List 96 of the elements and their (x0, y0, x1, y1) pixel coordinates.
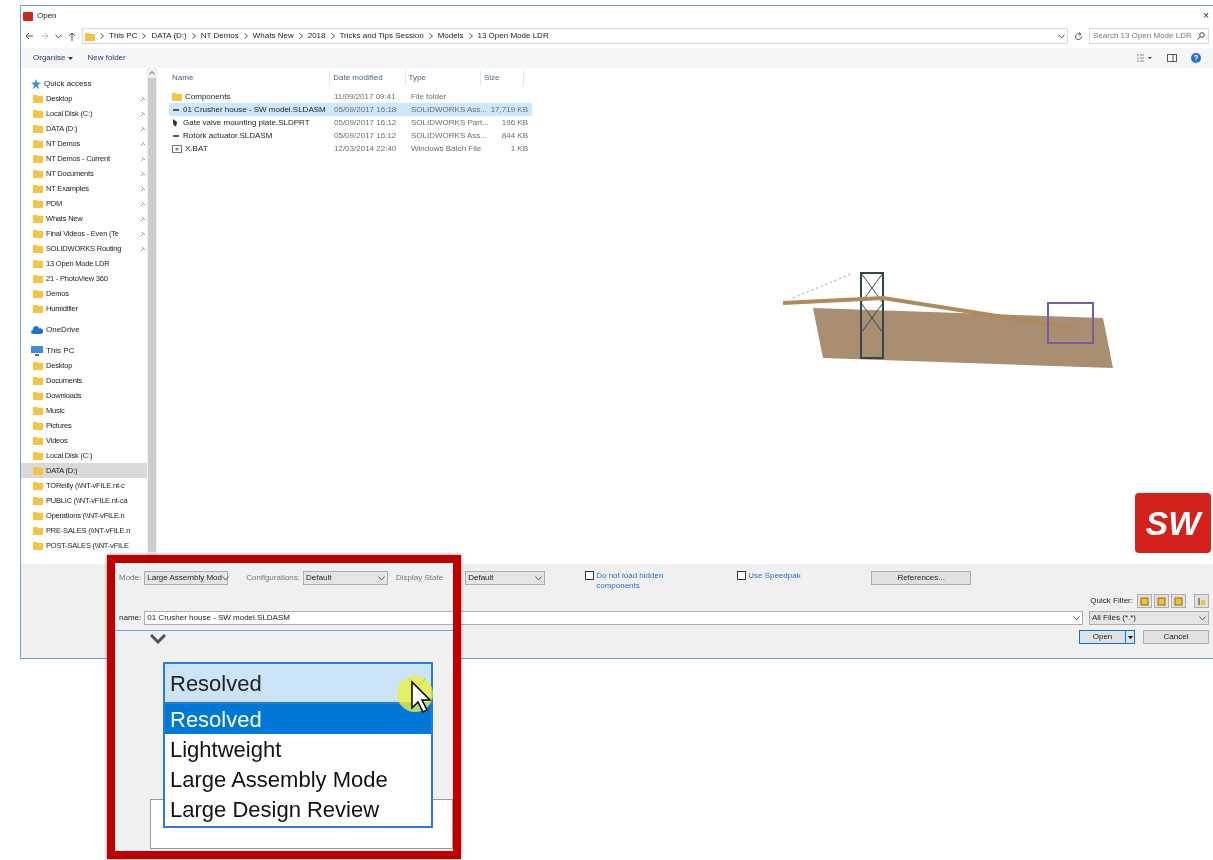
part-icon (172, 118, 180, 127)
nav-section[interactable]: This PC (21, 343, 147, 358)
search-icon (1197, 32, 1205, 40)
recent-caret-icon (55, 33, 62, 39)
references-button[interactable]: References... (871, 571, 972, 585)
breadcrumb[interactable]: This PC (109, 30, 138, 42)
window-title: Open (37, 10, 57, 22)
column-header[interactable]: Size (480, 70, 524, 86)
up-icon[interactable] (68, 31, 76, 41)
chevron-right-icon (100, 33, 104, 39)
breadcrumb[interactable]: Whats New (252, 30, 294, 42)
file-name: Rotork actuator.SLDASM (183, 129, 273, 142)
filter-button[interactable] (1194, 594, 1209, 608)
file-cell: SOLIDWORKS Part... (411, 117, 489, 127)
sort-icon (1197, 596, 1206, 606)
quick-filter-label: Quick Filter: (1090, 595, 1133, 607)
nav-section[interactable]: Quick access (21, 76, 147, 91)
column-header[interactable]: Type (405, 70, 481, 86)
breadcrumb[interactable]: 13 Open Mode LDR (477, 30, 549, 42)
dropdown-option[interactable]: Lightweight (165, 734, 431, 764)
logo: SW (1135, 493, 1211, 553)
app-icon (23, 11, 33, 21)
split-caret-icon[interactable] (1125, 631, 1134, 643)
file-name: X.BAT (185, 142, 208, 155)
nav-section[interactable]: OneDrive (21, 322, 147, 337)
address-bar[interactable]: This PC DATA (D:) NT Demos Whats New 2018 Tricks and Tips Session Models 13 Open Mode LDR (82, 28, 1068, 44)
dropdown-option[interactable]: Large Assembly Mode (165, 764, 431, 794)
file-type-dropdown[interactable]: All Files (*.*) (1089, 611, 1209, 625)
breadcrumb[interactable]: NT Demos (200, 30, 239, 42)
breadcrumb[interactable]: Tricks and Tips Session (339, 30, 424, 42)
chevron-right-icon (468, 33, 473, 39)
file-cell: File folder (411, 91, 447, 101)
chevron-right-icon (243, 33, 248, 39)
search-field[interactable]: Search 13 Open Mode LDR (1089, 28, 1209, 44)
breadcrumb[interactable]: 2018 (307, 30, 326, 42)
open-button[interactable]: Open (1079, 630, 1135, 644)
help-icon[interactable] (1191, 53, 1201, 63)
file-row[interactable]: Components 11/09/2017 09:41 File folder (169, 90, 532, 103)
dropdown-option[interactable]: Resolved (165, 704, 431, 734)
file-row[interactable]: Rotork actuator.SLDASM 05/09/2017 16:12 SOLIDWORKS Ass... 844 KB (169, 129, 532, 142)
checkbox[interactable] (585, 571, 595, 580)
new-folder-button[interactable]: New folder (87, 52, 126, 64)
file-name: Components (185, 90, 231, 103)
close-button[interactable]: × (1201, 11, 1211, 21)
state-dropdown[interactable]: Resolved (163, 662, 433, 704)
mode-dropdown[interactable]: Large Assembly Mod (144, 571, 229, 585)
dropdown-option[interactable]: Large Design Review (165, 794, 431, 824)
chevron-down-icon (150, 634, 166, 644)
display-states-label: Display State (396, 572, 444, 584)
breadcrumb[interactable]: Models (437, 30, 464, 42)
file-cell: 12/03/2014 22:40 (334, 143, 397, 153)
column-header[interactable]: Name (169, 70, 331, 86)
file-cell: 844 KB (501, 130, 528, 140)
chevron-right-icon (298, 33, 303, 39)
file-name: Gate valve mounting plate.SLDPRT (183, 116, 310, 129)
file-cell: 196 KB (501, 117, 528, 127)
chevron-right-icon (191, 33, 196, 39)
chevron-right-icon (330, 33, 335, 39)
checkbox[interactable] (737, 571, 747, 580)
file-name: 01 Crusher house - SW model.SLDASM (183, 103, 326, 116)
file-row[interactable]: 01 Crusher house - SW model.SLDASM 05/09/2017 16:18 SOLIDWORKS Ass... 17,719 KB (169, 103, 532, 116)
display-states-dropdown[interactable]: Default (465, 571, 546, 585)
file-name-label: name: (119, 612, 142, 624)
scroll-up-icon[interactable] (149, 70, 155, 76)
refresh-icon[interactable] (1074, 31, 1083, 41)
cloud-icon (31, 325, 43, 334)
chevron-right-icon (142, 33, 147, 39)
folder-icon (172, 92, 182, 101)
folder-icon (85, 31, 95, 41)
file-cell: 05/09/2017 16:12 (334, 117, 397, 127)
file-cell: 05/09/2017 16:18 (334, 104, 397, 114)
breadcrumb[interactable]: DATA (D:) (151, 30, 187, 42)
monitor-icon (31, 345, 43, 356)
file-cell: 17,719 KB (490, 104, 528, 114)
checkbox-label[interactable]: Use Speedpak (748, 571, 801, 581)
file-row[interactable]: X.BAT 12/03/2014 22:40 Windows Batch File 1 KB (169, 142, 532, 155)
mode-label: Mode: (119, 572, 142, 584)
organise-button[interactable]: Organise (33, 52, 74, 64)
chevron-right-icon (428, 33, 433, 39)
column-header[interactable]: Date modified (330, 70, 406, 86)
checkbox-label[interactable]: Do not load hidden components (596, 571, 696, 591)
cancel-button[interactable]: Cancel (1143, 630, 1209, 644)
file-name-field[interactable]: 01 Crusher house - SW model.SLDASM (144, 611, 1083, 625)
configurations-label: Configurations: (246, 572, 301, 584)
star-icon (31, 78, 41, 89)
view-options-icon[interactable] (1137, 54, 1153, 62)
file-row[interactable]: Gate valve mounting plate.SLDPRT 05/09/2017 16:12 SOLIDWORKS Part... 196 KB (169, 116, 532, 129)
file-cell: 11/09/2017 09:41 (334, 91, 396, 101)
file-cell: SOLIDWORKS Ass... (411, 104, 487, 114)
file-cell: 1 KB (510, 143, 528, 153)
file-cell: 05/09/2017 16:12 (334, 130, 397, 140)
back-icon[interactable] (25, 32, 34, 40)
configurations-dropdown[interactable]: Default (303, 571, 389, 585)
preview-pane-icon[interactable] (1167, 54, 1177, 62)
file-cell: Windows Batch File (411, 143, 482, 153)
file-cell: SOLIDWORKS Ass... (411, 130, 487, 140)
